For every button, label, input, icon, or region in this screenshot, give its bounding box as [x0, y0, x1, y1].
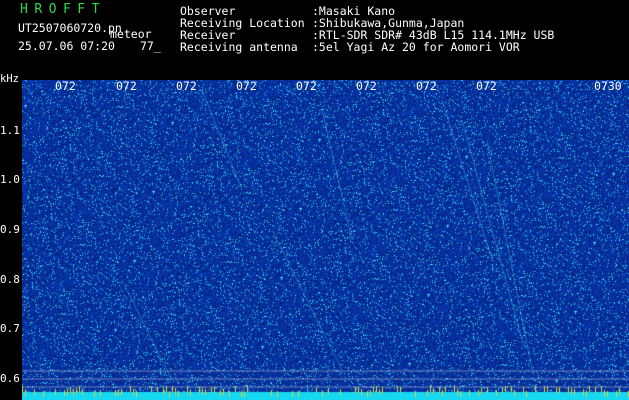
- antenna-label: Receiving antenna: [180, 40, 298, 54]
- freq-tick: 0.8: [0, 273, 20, 286]
- freq-tick: 0.6: [0, 372, 20, 385]
- time-tick: 0730: [594, 79, 622, 93]
- antenna-value: :5el Yagi Az 20 for Aomori VOR: [312, 40, 520, 54]
- time-tick: 072: [356, 79, 377, 93]
- time-tick: 072: [55, 79, 76, 93]
- time-tick: 072: [476, 79, 497, 93]
- freq-tick: 0.7: [0, 322, 20, 335]
- time-tick: 072: [236, 79, 257, 93]
- time-tick: 072: [416, 79, 437, 93]
- time-tick: 072: [116, 79, 137, 93]
- file-name: UT2507060720.pn: [18, 21, 122, 35]
- count-value: 77_: [140, 39, 161, 53]
- freq-unit-label: kHz: [0, 73, 19, 85]
- capture-datetime: 25.07.06 07:20: [18, 39, 115, 53]
- spectrogram-panel: [22, 80, 629, 400]
- time-tick: 072: [296, 79, 317, 93]
- spectrogram-canvas: [22, 80, 629, 400]
- freq-tick: 0.9: [0, 223, 20, 236]
- time-tick: 072: [176, 79, 197, 93]
- app-brand: HROFFT: [20, 2, 106, 17]
- freq-tick: 1.0: [0, 173, 20, 186]
- freq-tick: 1.1: [0, 124, 20, 137]
